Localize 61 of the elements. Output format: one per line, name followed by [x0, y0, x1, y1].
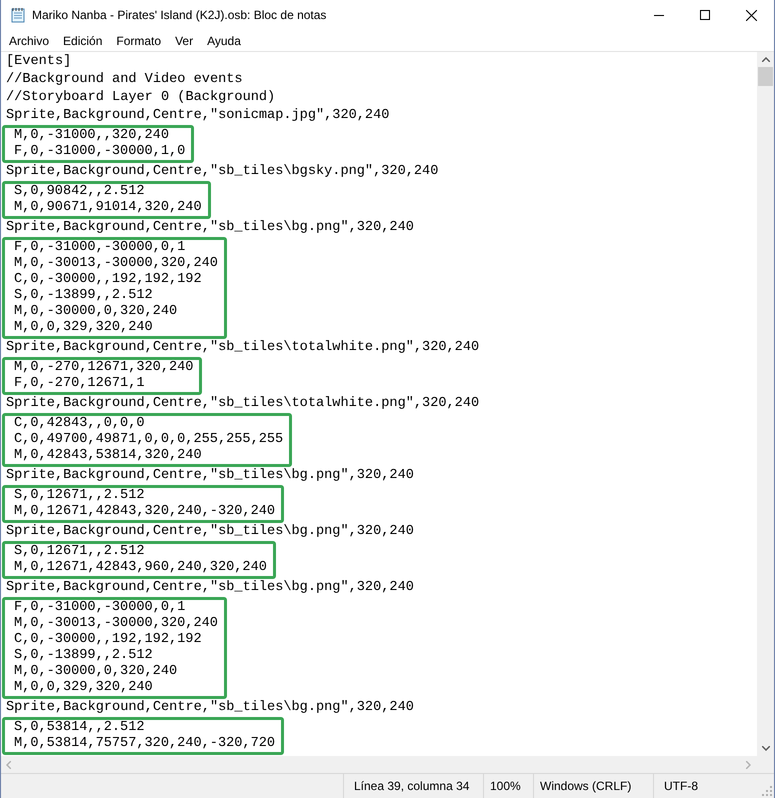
vertical-scrollbar[interactable] [757, 52, 774, 756]
zoom-level: 100% [483, 774, 533, 798]
text-line: Sprite,Background,Centre,"sonicmap.jpg",320,240 [6, 107, 390, 125]
encoding: UTF-8 [653, 774, 743, 798]
text-line: Sprite,Background,Centre,"sb_tiles\totalwhite.png",320,240 [6, 395, 480, 413]
text-line: [Events] [6, 53, 72, 71]
menu-item[interactable]: Ayuda [200, 32, 248, 50]
text-line: S,0,12671,,2.512 [14, 488, 145, 504]
minimize-icon [654, 14, 664, 16]
text-line: S,0,90842,,2.512 [14, 184, 145, 200]
text-line: M,0,90671,91014,320,240 [14, 200, 202, 216]
text-line: Sprite,Background,Centre,"sb_tiles\bg.png",320,240 [6, 467, 414, 485]
text-line: M,0,-30013,-30000,320,240 [14, 616, 218, 632]
text-line: Sprite,Background,Centre,"sb_tiles\bgsky.png",320,240 [6, 163, 438, 181]
menu-item[interactable]: Archivo [2, 32, 56, 50]
text-line: M,0,0,329,320,240 [14, 320, 153, 336]
cursor-position: Línea 39, columna 34 [343, 774, 483, 798]
line-endings: Windows (CRLF) [533, 774, 653, 798]
horizontal-scrollbar[interactable] [1, 756, 757, 773]
menu-item[interactable]: Formato [109, 32, 168, 50]
text-line: M,0,-30013,-30000,320,240 [14, 256, 218, 272]
scroll-up-icon [762, 57, 770, 62]
text-line: M,0,-30000,0,320,240 [14, 664, 178, 680]
text-line: S,0,12671,,2.512 [14, 544, 145, 560]
text-line: Sprite,Background,Centre,"sb_tiles\bg.png",320,240 [6, 579, 414, 597]
text-line: S,0,53814,,2.512 [14, 720, 145, 736]
text-line: S,0,-13899,,2.512 [14, 648, 153, 664]
text-line: Sprite,Background,Centre,"sb_tiles\bg.png",320,240 [6, 219, 414, 237]
text-line: F,0,-31000,-30000,0,1 [14, 600, 186, 616]
text-line: S,0,-13899,,2.512 [14, 288, 153, 304]
text-line: M,0,53814,75757,320,240,-320,720 [14, 736, 276, 752]
window-title: Mariko Nanba - Pirates' Island (K2J).osb: Bloc de notas [32, 7, 326, 24]
text-line: //Storyboard Layer 0 (Background) [6, 89, 276, 107]
text-line: M,0,0,329,320,240 [14, 680, 153, 696]
text-line: M,0,12671,42843,320,240,-320,240 [14, 504, 276, 520]
close-icon [746, 10, 756, 20]
text-line: Sprite,Background,Centre,"sb_tiles\bg.png",320,240 [6, 523, 414, 541]
text-line: M,0,12671,42843,960,240,320,240 [14, 560, 267, 576]
text-line: Sprite,Background,Centre,"sb_tiles\bg.png",320,240 [6, 699, 414, 717]
text-line: M,0,42843,53814,320,240 [14, 448, 202, 464]
text-line: M,0,-30000,0,320,240 [14, 304, 178, 320]
text-line: C,0,-30000,,192,192,192 [14, 632, 202, 648]
menu-item[interactable]: Edición [56, 32, 110, 50]
text-line: Sprite,Background,Centre,"sb_tiles\totalwhite.png",320,240 [6, 339, 480, 357]
text-line: F,0,-270,12671,1 [14, 376, 145, 392]
text-line: C,0,-30000,,192,192,192 [14, 272, 202, 288]
text-line: F,0,-31000,-30000,1,0 [14, 144, 186, 160]
scroll-right-icon [746, 760, 751, 768]
text-line: C,0,42843,,0,0,0 [14, 416, 145, 432]
resize-grip-icon[interactable] [762, 786, 772, 796]
maximize-icon [700, 10, 710, 20]
text-line: M,0,-270,12671,320,240 [14, 360, 194, 376]
scrollbar-thumb[interactable] [758, 67, 773, 86]
text-line: F,0,-31000,-30000,0,1 [14, 240, 186, 256]
text-line: //Background and Video events [6, 71, 243, 89]
text-line: M,0,-31000,,320,240 [14, 128, 169, 144]
menu-item[interactable]: Ver [168, 32, 200, 50]
scroll-left-icon [6, 760, 11, 768]
text-line: C,0,49700,49871,0,0,0,255,255,255 [14, 432, 284, 448]
scroll-down-icon [762, 746, 770, 751]
notepad-icon [10, 7, 26, 23]
